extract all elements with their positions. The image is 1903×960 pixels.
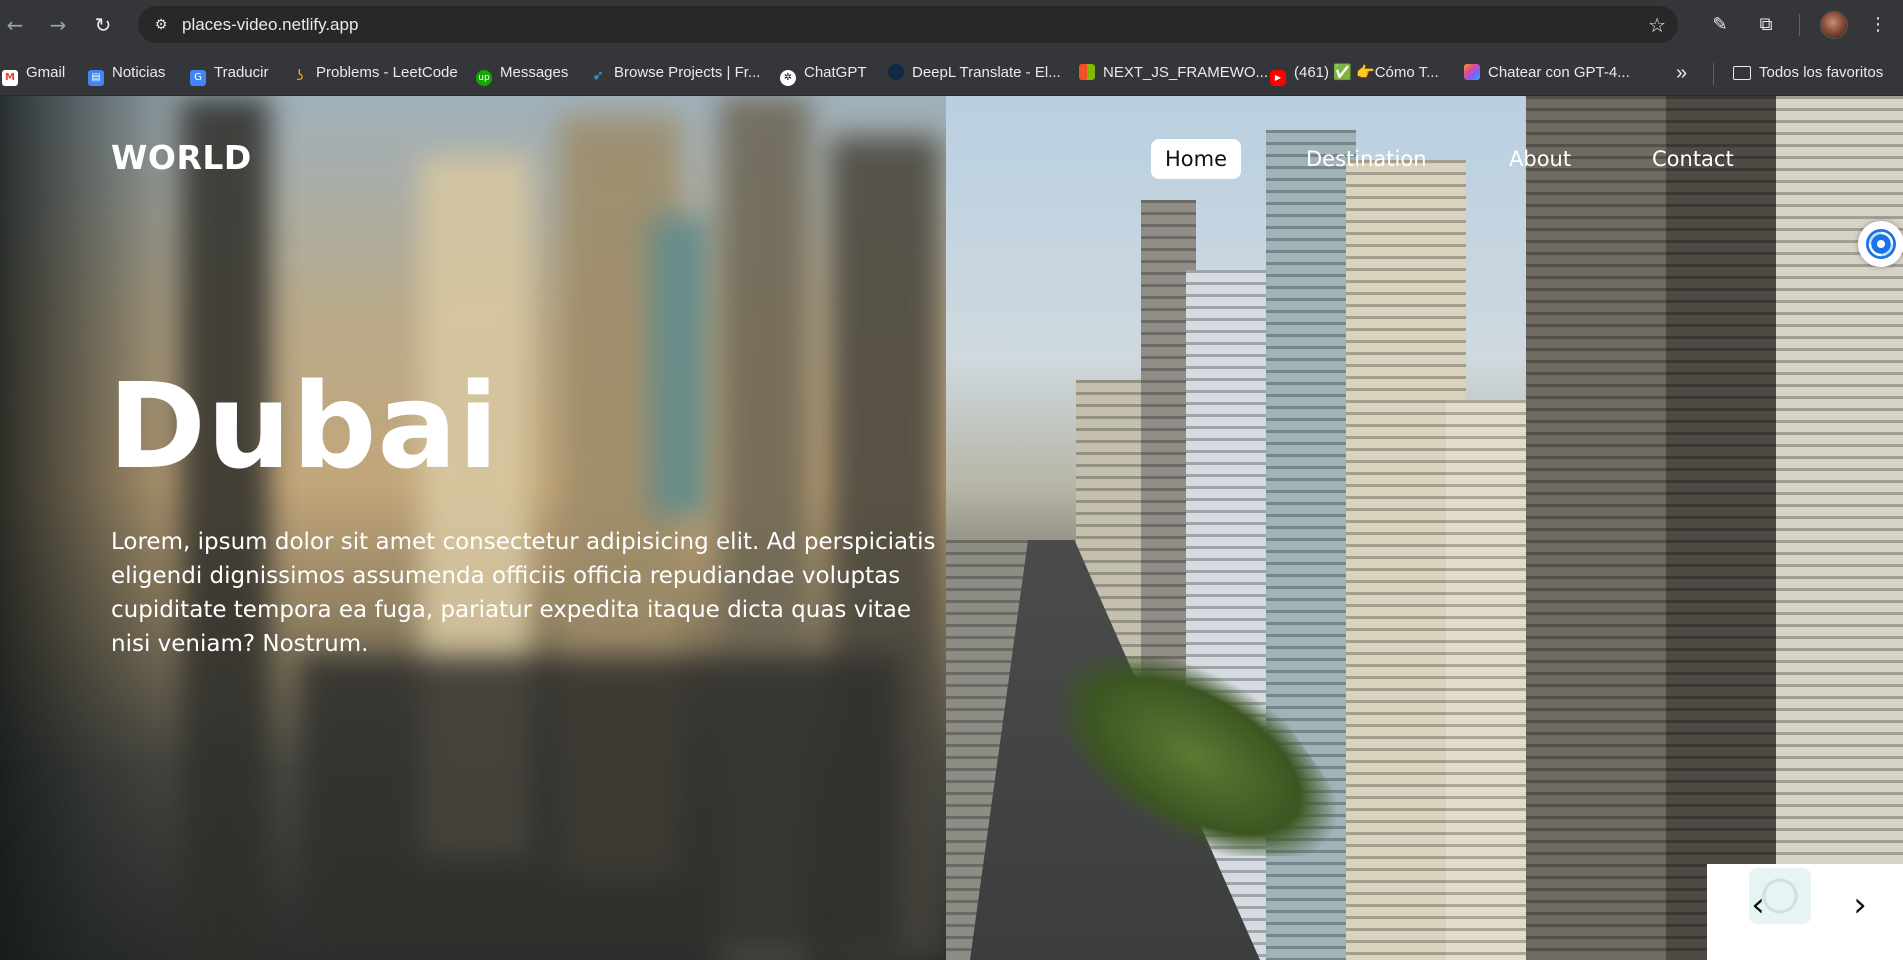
assistant-extension-icon[interactable]: [1858, 221, 1903, 267]
bookmark-gmail[interactable]: M Gmail: [2, 50, 65, 96]
hero-description: Lorem, ipsum dolor sit amet consectetur …: [111, 529, 936, 657]
site-info-icon[interactable]: ⚙: [150, 14, 172, 36]
kebab-menu-icon[interactable]: ⋮: [1863, 10, 1893, 40]
microsoft-icon: [1079, 64, 1095, 80]
bookmark-nextjs[interactable]: NEXT_JS_FRAMEWO...: [1079, 50, 1268, 96]
reload-icon[interactable]: ↻: [88, 10, 118, 40]
chatgpt-icon: ✲: [780, 70, 796, 86]
nav-destination[interactable]: Destination: [1292, 139, 1441, 179]
webpage: WORLD Home Destination About Contact Dub…: [0, 96, 1903, 960]
freelancer-icon: ➶: [592, 68, 604, 84]
puzzle-icon[interactable]: ⧉: [1751, 10, 1781, 40]
address-bar[interactable]: ⚙ places-video.netlify.app ☆: [138, 6, 1678, 43]
slider-next-button[interactable]: ›: [1840, 886, 1880, 926]
hero-title: Dubai: [108, 357, 500, 495]
bookmark-freelancer[interactable]: ➶ Browse Projects | Fr...: [590, 50, 760, 96]
folder-icon: [1733, 66, 1751, 80]
translate-icon: G: [190, 70, 206, 86]
bookmark-all-folders[interactable]: Todos los favoritos: [1733, 50, 1883, 96]
bookmarks-divider: [1713, 63, 1714, 85]
toolbar-divider: [1799, 14, 1800, 36]
copilot-icon: [1464, 64, 1480, 80]
deepl-icon: [888, 64, 904, 80]
slider-controls: ‹ ›: [1707, 864, 1903, 960]
upwork-icon: up: [476, 70, 492, 86]
slider-prev-button[interactable]: ‹: [1738, 886, 1778, 926]
nav-about[interactable]: About: [1495, 139, 1585, 179]
browser-toolbar: ← → ↻ ⚙ places-video.netlify.app ☆ ✎ ⧉ ⋮: [0, 0, 1903, 50]
eyedropper-icon[interactable]: ✎: [1705, 10, 1735, 40]
nav-home[interactable]: Home: [1151, 139, 1242, 179]
gmail-icon: M: [2, 70, 18, 86]
bookmark-youtube[interactable]: ▶ (461) ✅ 👉Cómo T...: [1270, 50, 1439, 96]
url-text[interactable]: places-video.netlify.app: [182, 6, 358, 43]
bookmark-leetcode[interactable]: ʖ Problems - LeetCode: [292, 50, 457, 96]
bookmark-noticias[interactable]: ▤ Noticias: [88, 50, 165, 96]
bookmark-deepl[interactable]: DeepL Translate - El...: [888, 50, 1061, 96]
site-nav: Home Destination About Contact: [0, 139, 1903, 179]
bookmarks-bar: M Gmail ▤ Noticias G Traducir ʖ Problems - L…: [0, 50, 1903, 96]
forward-icon[interactable]: →: [43, 10, 73, 40]
star-icon[interactable]: ☆: [1648, 12, 1666, 38]
youtube-icon: ▶: [1270, 70, 1286, 86]
leetcode-icon: ʖ: [296, 68, 304, 84]
news-icon: ▤: [88, 70, 104, 86]
nav-contact[interactable]: Contact: [1638, 139, 1748, 179]
bookmark-copilot[interactable]: Chatear con GPT-4...: [1464, 50, 1630, 96]
bookmark-chatgpt[interactable]: ✲ ChatGPT: [780, 50, 867, 96]
back-icon[interactable]: ←: [0, 10, 30, 40]
bookmark-messages[interactable]: up Messages: [476, 50, 568, 96]
profile-avatar[interactable]: [1820, 11, 1848, 39]
bookmarks-overflow-icon[interactable]: »: [1676, 50, 1687, 96]
bookmark-traducir[interactable]: G Traducir: [190, 50, 268, 96]
